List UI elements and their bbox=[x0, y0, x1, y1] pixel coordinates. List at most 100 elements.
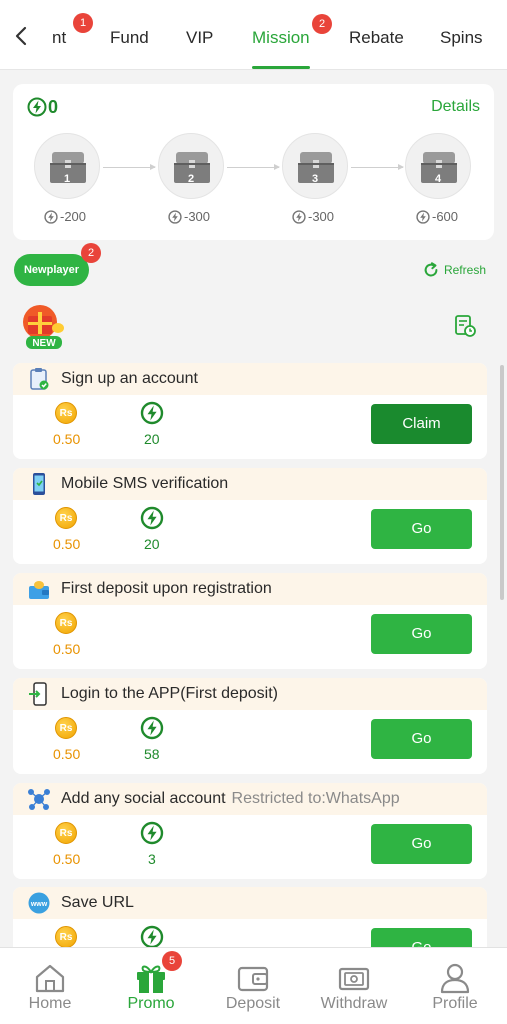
chest-number: 2 bbox=[187, 173, 195, 185]
details-link[interactable]: Details bbox=[431, 98, 480, 116]
go-button[interactable]: Go bbox=[371, 614, 472, 654]
chest-icon bbox=[298, 152, 334, 183]
new-gift-icon: NEW bbox=[23, 305, 64, 349]
rupee-coin-icon: Rs bbox=[55, 822, 77, 844]
nav-deposit[interactable]: Deposit bbox=[203, 948, 303, 1024]
task-reward-rs: 0.50 bbox=[53, 851, 81, 867]
newplayer-tab[interactable]: Newplayer bbox=[14, 254, 89, 286]
chest-arrow bbox=[351, 164, 404, 170]
chest-cost-2: -300 bbox=[168, 209, 210, 224]
task-reward-rs: 0.50 bbox=[53, 536, 81, 552]
rupee-coin-icon: Rs bbox=[55, 926, 77, 948]
task-title: Save URL bbox=[61, 894, 134, 911]
task-reward-rs: 0.50 bbox=[53, 431, 81, 447]
claim-button[interactable]: Claim bbox=[371, 404, 472, 444]
refresh-icon bbox=[424, 262, 438, 277]
nav-withdraw-label: Withdraw bbox=[320, 995, 388, 1012]
chest-icon bbox=[421, 152, 457, 183]
deposit-wallet-icon bbox=[29, 581, 49, 599]
nav-deposit-label: Deposit bbox=[225, 995, 281, 1012]
withdraw-cash-icon bbox=[338, 967, 370, 991]
tab-spins[interactable]: Spins bbox=[440, 28, 483, 48]
task-reward-rs: 0.50 bbox=[53, 746, 81, 762]
energy-icon bbox=[140, 925, 164, 949]
task-header: Login to the APP(First deposit) bbox=[13, 678, 487, 710]
phone-icon bbox=[33, 473, 45, 495]
nav-promo[interactable]: Promo bbox=[101, 948, 201, 1024]
task-header: Sign up an account bbox=[13, 363, 487, 395]
chest-cost-value: -300 bbox=[308, 209, 335, 224]
go-button[interactable]: Go bbox=[371, 824, 472, 864]
tab-event[interactable]: nt bbox=[52, 28, 66, 48]
treasure-chest-2[interactable]: 2 bbox=[158, 133, 224, 199]
chest-cost-1: -200 bbox=[44, 209, 86, 224]
go-button[interactable]: Go bbox=[371, 509, 472, 549]
task-header: Mobile SMS verification bbox=[13, 468, 487, 500]
chest-number: 1 bbox=[63, 173, 71, 185]
task-card-sms: Mobile SMS verification Rs 0.50 20 Go bbox=[13, 468, 487, 564]
social-network-icon bbox=[28, 789, 50, 810]
energy-icon bbox=[416, 209, 430, 224]
bottom-navigation: Home Promo 5 Deposit Withdraw Profile bbox=[0, 947, 507, 1024]
tab-mission[interactable]: Mission bbox=[252, 28, 310, 48]
task-title: Login to the APP(First deposit) bbox=[61, 685, 278, 702]
top-tab-bar: nt 1 Fund VIP Mission 2 Rebate Spins bbox=[0, 0, 507, 70]
new-tag: NEW bbox=[32, 338, 56, 349]
task-record-icon[interactable] bbox=[453, 314, 477, 338]
task-title: Add any social account Restricted to:What… bbox=[61, 790, 400, 807]
task-reward-energy: 20 bbox=[144, 536, 160, 552]
task-reward-energy: 20 bbox=[144, 431, 160, 447]
back-arrow-icon[interactable] bbox=[10, 22, 34, 50]
task-header: First deposit upon registration bbox=[13, 573, 487, 605]
rupee-coin-icon: Rs bbox=[55, 507, 77, 529]
nav-withdraw[interactable]: Withdraw bbox=[304, 948, 404, 1024]
chest-arrow bbox=[103, 164, 156, 170]
rupee-coin-icon: Rs bbox=[55, 612, 77, 634]
chest-number: 3 bbox=[311, 173, 319, 185]
nav-promo-label: Promo bbox=[127, 995, 175, 1012]
login-app-icon bbox=[29, 682, 47, 706]
treasure-chest-4[interactable]: 4 bbox=[405, 133, 471, 199]
energy-icon bbox=[140, 821, 164, 845]
task-card-social: Add any social account Restricted to:What… bbox=[13, 783, 487, 879]
chest-cost-value: -300 bbox=[184, 209, 211, 224]
nav-home-label: Home bbox=[28, 995, 72, 1012]
www-globe-icon: www bbox=[28, 892, 50, 914]
task-reward-energy: 58 bbox=[144, 746, 160, 762]
task-title: First deposit upon registration bbox=[61, 580, 272, 597]
treasure-chest-1[interactable]: 1 bbox=[34, 133, 100, 199]
tab-event-badge: 1 bbox=[73, 13, 93, 33]
tab-rebate[interactable]: Rebate bbox=[349, 28, 404, 48]
scrollbar[interactable] bbox=[500, 365, 504, 600]
go-button[interactable]: Go bbox=[371, 719, 472, 759]
nav-promo-badge: 5 bbox=[162, 951, 182, 971]
treasure-chest-3[interactable]: 3 bbox=[282, 133, 348, 199]
refresh-button[interactable]: Refresh bbox=[422, 261, 486, 279]
chest-icon bbox=[50, 152, 86, 183]
nav-home[interactable]: Home bbox=[0, 948, 100, 1024]
tab-fund[interactable]: Fund bbox=[110, 28, 149, 48]
energy-icon bbox=[44, 209, 58, 224]
chest-arrow bbox=[227, 164, 280, 170]
newplayer-badge: 2 bbox=[81, 243, 101, 263]
chest-cost-4: -600 bbox=[416, 209, 458, 224]
nav-profile[interactable]: Profile bbox=[405, 948, 505, 1024]
chest-number: 4 bbox=[434, 173, 442, 185]
energy-icon bbox=[140, 716, 164, 740]
profile-icon bbox=[440, 963, 470, 994]
task-title: Mobile SMS verification bbox=[61, 475, 229, 492]
energy-icon bbox=[27, 97, 47, 117]
active-tab-indicator bbox=[252, 66, 310, 69]
task-card-login-app: Login to the APP(First deposit) Rs 0.50 … bbox=[13, 678, 487, 774]
nav-profile-label: Profile bbox=[432, 995, 478, 1012]
task-header: Add any social account Restricted to:What… bbox=[13, 783, 487, 815]
chest-cost-3: -300 bbox=[292, 209, 334, 224]
tab-vip[interactable]: VIP bbox=[186, 28, 213, 48]
energy-icon bbox=[292, 209, 306, 224]
rupee-coin-icon: Rs bbox=[55, 402, 77, 424]
chest-cost-value: -200 bbox=[60, 209, 87, 224]
energy-icon bbox=[140, 506, 164, 530]
task-card-sign-up: Sign up an account Rs 0.50 20 Claim bbox=[13, 363, 487, 459]
task-card-first-deposit: First deposit upon registration Rs 0.50 … bbox=[13, 573, 487, 669]
task-title: Sign up an account bbox=[61, 370, 198, 387]
